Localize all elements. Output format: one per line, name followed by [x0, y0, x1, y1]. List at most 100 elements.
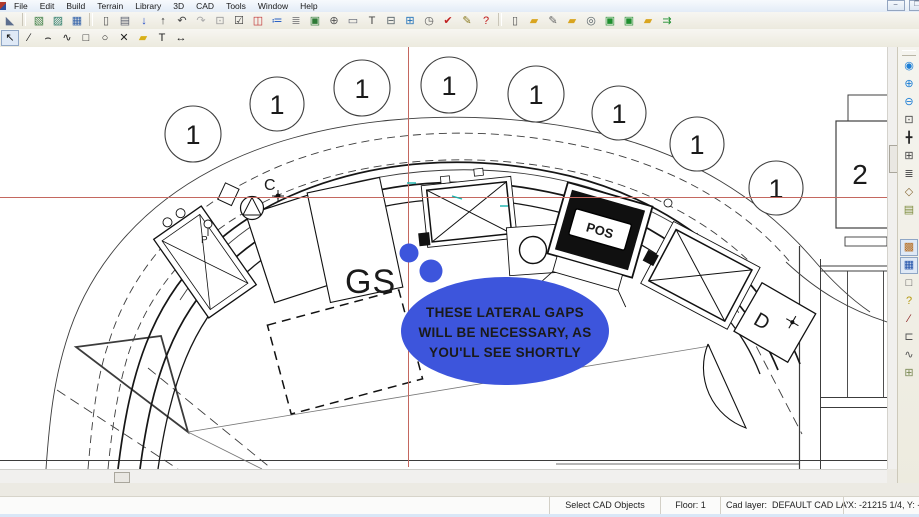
- redo-button[interactable]: ↷: [192, 13, 210, 29]
- object-connections-button[interactable]: ⊕: [325, 13, 343, 29]
- zoom-in-button[interactable]: ⊕: [900, 76, 918, 93]
- zoom-out-button[interactable]: ⊖: [900, 94, 918, 111]
- dimension-tool-button[interactable]: ↔: [172, 30, 190, 46]
- bar-stool[interactable]: 1: [249, 76, 305, 132]
- appliance-crossbox-2[interactable]: [633, 217, 761, 330]
- open-backup-button[interactable]: ▰: [639, 13, 657, 29]
- draw-box-button[interactable]: □: [77, 30, 95, 46]
- planned-cabinet-dashed[interactable]: [266, 289, 424, 415]
- save-button[interactable]: ▣: [601, 13, 619, 29]
- place-point-button[interactable]: ✕: [115, 30, 133, 46]
- help-button[interactable]: ?: [477, 13, 495, 29]
- text-styles-button[interactable]: T: [363, 13, 381, 29]
- menu-tools[interactable]: Tools: [220, 0, 252, 12]
- gap-marker-dot-1[interactable]: [399, 243, 419, 263]
- horizontal-scrollbar[interactable]: [0, 469, 887, 484]
- open-recent-button[interactable]: ▰: [563, 13, 581, 29]
- bar-stool[interactable]: 1: [420, 56, 478, 114]
- file-info-button[interactable]: ◎: [582, 13, 600, 29]
- save-all-button[interactable]: ▣: [620, 13, 638, 29]
- material-defaults-button[interactable]: ▦: [68, 13, 86, 29]
- preferences-list-button[interactable]: ≣: [287, 13, 305, 29]
- library-browser-button[interactable]: ◫: [249, 13, 267, 29]
- new-plan-button[interactable]: ▯: [97, 13, 115, 29]
- menu-terrain[interactable]: Terrain: [91, 0, 129, 12]
- export-up-button[interactable]: ↑: [154, 13, 172, 29]
- edit-template-button[interactable]: ✎: [544, 13, 562, 29]
- tape-measure-button[interactable]: ∿: [900, 347, 918, 364]
- draw-line-button[interactable]: ∕: [20, 30, 38, 46]
- edit-layout-line-button[interactable]: ∕: [900, 311, 918, 328]
- gap-marker-dot-2[interactable]: [419, 259, 443, 283]
- bar-end-triangle[interactable]: [73, 335, 190, 435]
- active-defaults-button[interactable]: ≔: [268, 13, 286, 29]
- camera-view-button[interactable]: ▦: [900, 257, 918, 274]
- open-file-button[interactable]: ▰: [525, 13, 543, 29]
- status-row: Select CAD Objects Floor: 1 Cad layer: DE…: [0, 496, 919, 515]
- bar-stool[interactable]: 1: [507, 65, 565, 123]
- floor-tools-button[interactable]: ▧: [30, 13, 48, 29]
- edit-behaviors-button[interactable]: ☑: [230, 13, 248, 29]
- preview-reference-button[interactable]: ▤: [900, 202, 918, 219]
- svg-text:YOU'LL SEE SHORTLY: YOU'LL SEE SHORTLY: [429, 345, 581, 360]
- select-objects-button[interactable]: ↖: [1, 30, 19, 46]
- context-help-button[interactable]: ?: [900, 293, 918, 310]
- fill-window-button[interactable]: ╋: [900, 130, 918, 147]
- library-catalog-button[interactable]: ▣: [306, 13, 324, 29]
- toolbar-grip[interactable]: [902, 50, 916, 56]
- grid-snaps-button[interactable]: ⊞: [900, 365, 918, 382]
- menu-help[interactable]: Help: [294, 0, 323, 12]
- menu-3d[interactable]: 3D: [167, 0, 190, 12]
- new-file-button[interactable]: ▯: [506, 13, 524, 29]
- crop-view-button[interactable]: ⊏: [900, 329, 918, 346]
- table-2[interactable]: 2: [835, 94, 887, 229]
- draw-spline-button[interactable]: ∿: [58, 30, 76, 46]
- bar-stool[interactable]: 1: [164, 105, 222, 163]
- plan-canvas[interactable]: C P POS D 1 1 1 1 1 1 1 1 2 GS THESE LAT…: [0, 47, 919, 484]
- draw-arc-button[interactable]: ⌢: [39, 30, 57, 46]
- undo-button[interactable]: ↶: [173, 13, 191, 29]
- callout-bubble[interactable]: THESE LATERAL GAPS WILL BE NECESSARY, AS…: [401, 277, 609, 385]
- construction-line: [147, 367, 273, 469]
- window-layout-button[interactable]: ▭: [344, 13, 362, 29]
- terrain-tools-button[interactable]: ▨: [49, 13, 67, 29]
- menu-window[interactable]: Window: [252, 0, 294, 12]
- export-files-button[interactable]: ⇉: [658, 13, 676, 29]
- text-tool-button[interactable]: T: [153, 30, 171, 46]
- appliance-crossbox-1[interactable]: [412, 165, 518, 248]
- layer-sets-button[interactable]: ≣: [900, 166, 918, 183]
- materials-list-button[interactable]: ⊞: [401, 13, 419, 29]
- bar-stool[interactable]: 1: [669, 116, 725, 172]
- menu-edit[interactable]: Edit: [34, 0, 61, 12]
- sink-cabinet[interactable]: [148, 197, 258, 319]
- menu-build[interactable]: Build: [60, 0, 91, 12]
- bar-stool[interactable]: 1: [591, 85, 647, 141]
- undo-zoom-button[interactable]: ⊡: [900, 112, 918, 129]
- tile-windows-button[interactable]: ⊟: [382, 13, 400, 29]
- pan-window-button[interactable]: ◇: [900, 184, 918, 201]
- bar-stool[interactable]: 1: [333, 59, 391, 117]
- highlighter-button[interactable]: ▰: [134, 30, 152, 46]
- zoom-tool-button[interactable]: ◉: [900, 58, 918, 75]
- menu-library[interactable]: Library: [129, 0, 167, 12]
- time-tracker-button[interactable]: ◷: [420, 13, 438, 29]
- menu-cad[interactable]: CAD: [190, 0, 220, 12]
- menu-file[interactable]: File: [8, 0, 34, 12]
- select-similar-button[interactable]: ⊡: [211, 13, 229, 29]
- annotation-note-button[interactable]: ✎: [458, 13, 476, 29]
- draw-circle-button[interactable]: ○: [96, 30, 114, 46]
- horizontal-scrollbar-thumb[interactable]: [114, 472, 130, 483]
- dishwasher[interactable]: D: [733, 281, 817, 364]
- plan-check-button[interactable]: ✔: [439, 13, 457, 29]
- bar-stool[interactable]: 1: [748, 160, 804, 216]
- blank-view-button[interactable]: □: [900, 275, 918, 292]
- door-swing[interactable]: [702, 343, 748, 429]
- center-object-button[interactable]: ⊞: [900, 148, 918, 165]
- toolbar-separator: [89, 13, 93, 26]
- minimize-button[interactable]: –: [886, 0, 905, 11]
- print-button[interactable]: ▤: [116, 13, 134, 29]
- elevation-camera-button[interactable]: ◣: [1, 13, 19, 29]
- restore-button[interactable]: ❐: [909, 0, 919, 11]
- color-view-button[interactable]: ▩: [900, 239, 918, 256]
- import-button[interactable]: ↓: [135, 13, 153, 29]
